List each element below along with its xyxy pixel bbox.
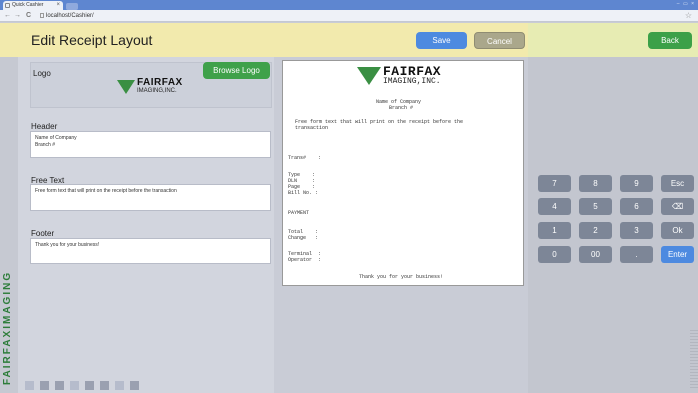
dot [40,381,49,390]
browse-logo-button[interactable]: Browse Logo [203,62,270,79]
page-title: Edit Receipt Layout [31,32,153,48]
header-label: Header [31,122,58,131]
address-bar: ← → C localhost/Cashier/ ☆ [0,10,698,22]
receipt-logo: FAIRFAX IMAGING,INC. [357,64,442,86]
receipt-logo-line2: IMAGING,INC. [383,77,441,86]
receipt-terminal: Terminal : Operator : [288,251,322,263]
dot [130,381,139,390]
url-field[interactable]: localhost/Cashier/ [40,12,680,20]
tab-title: Quick Cashier [12,2,44,8]
footer-textarea[interactable]: Thank you for your business! [30,238,271,264]
receipt-trans: Trans# : [288,155,322,161]
free-text-textarea[interactable]: Free form text that will print on the re… [30,184,271,211]
receipt-payment: PAYMENT [288,210,310,216]
browser-tab-bar: Quick Cashier × – ▭ × [0,0,698,10]
back-arrow-icon[interactable]: ← [4,11,11,21]
url-text: localhost/Cashier/ [46,13,94,19]
page-icon [40,13,44,18]
brand-vertical-text: FAIRFAXIMAGING [2,270,13,385]
header-textarea[interactable]: Name of Company Branch # [30,131,271,158]
key-7[interactable]: 7 [538,175,571,192]
window-controls[interactable]: – ▭ × [677,1,695,7]
key-5[interactable]: 5 [579,198,612,215]
back-button[interactable]: Back [648,32,692,49]
decorative-stripes [690,330,698,390]
receipt-type-lines: Type : DLN : Page : Bill No. : [288,172,319,196]
tab-close-icon[interactable]: × [56,1,60,10]
logo-line1: FAIRFAX [137,77,183,88]
ok-key[interactable]: Ok [661,222,694,239]
reload-icon[interactable]: C [26,11,31,21]
cancel-button[interactable]: Cancel [474,32,525,49]
dot [115,381,124,390]
new-tab-button[interactable] [66,3,78,10]
footer-label: Footer [31,229,55,238]
bookmark-star-icon[interactable]: ☆ [685,10,692,21]
receipt-logo-mark-icon [357,67,381,85]
page-favicon-icon [5,3,10,8]
key-4[interactable]: 4 [538,198,571,215]
key-2[interactable]: 2 [579,222,612,239]
company-logo: FAIRFAX IMAGING,INC. [117,77,183,95]
forward-arrow-icon[interactable]: → [14,11,21,21]
logo-line2: IMAGING,INC. [137,88,177,94]
key-8[interactable]: 8 [579,175,612,192]
key-1[interactable]: 1 [538,222,571,239]
key-decimal[interactable]: . [620,246,653,263]
pagination-dots [25,381,139,390]
receipt-logo-line1: FAIRFAX [383,64,442,79]
logo-label: Logo [33,69,51,78]
dot [85,381,94,390]
receipt-preview: FAIRFAX IMAGING,INC. Name of Company Bra… [282,60,524,286]
dot [25,381,34,390]
dot [100,381,109,390]
browser-tab[interactable]: Quick Cashier × [3,1,63,10]
key-3[interactable]: 3 [620,222,653,239]
dot [55,381,64,390]
key-6[interactable]: 6 [620,198,653,215]
receipt-branch: Branch # [389,105,414,111]
save-button[interactable]: Save [416,32,467,49]
receipt-footer: Thank you for your business! [359,274,444,280]
key-9[interactable]: 9 [620,175,653,192]
dot [70,381,79,390]
escape-key[interactable]: Esc [661,175,694,192]
receipt-totals: Total : Change : [288,229,319,241]
key-00[interactable]: 00 [579,246,612,263]
receipt-free-text: Free form text that will print on the re… [295,119,464,131]
key-0[interactable]: 0 [538,246,571,263]
enter-key[interactable]: Enter [661,246,694,263]
logo-mark-icon [117,80,135,94]
backspace-key-icon[interactable]: ⌫ [661,198,694,215]
